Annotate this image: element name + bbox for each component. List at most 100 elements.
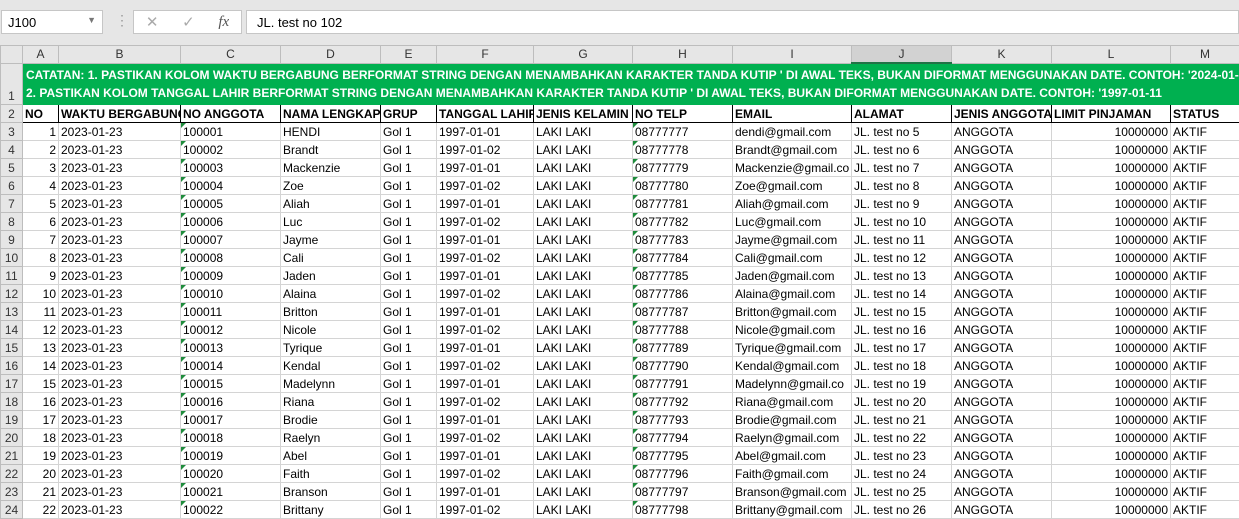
cell-h[interactable]: 08777797 — [633, 483, 733, 501]
cell-f[interactable]: 1997-01-01 — [437, 339, 534, 357]
cell-g[interactable]: LAKI LAKI — [534, 213, 633, 231]
cell-k[interactable]: ANGGOTA — [952, 267, 1052, 285]
cell-a[interactable]: 1 — [23, 123, 59, 141]
cell-a[interactable]: 6 — [23, 213, 59, 231]
cell-j[interactable]: JL. test no 17 — [852, 339, 952, 357]
cell-b[interactable]: 2023-01-23 — [59, 303, 181, 321]
cell-l[interactable]: 10000000 — [1052, 141, 1171, 159]
column-header-i[interactable]: I — [733, 46, 852, 64]
cell-e[interactable]: Gol 1 — [381, 357, 437, 375]
cell-d[interactable]: Brandt — [281, 141, 381, 159]
cell-l[interactable]: 10000000 — [1052, 339, 1171, 357]
cell-a[interactable]: 11 — [23, 303, 59, 321]
row-header-18[interactable]: 18 — [1, 393, 23, 411]
cell-k[interactable]: ANGGOTA — [952, 357, 1052, 375]
cell-m[interactable]: AKTIF — [1171, 339, 1239, 357]
cell-c[interactable]: 100021 — [181, 483, 281, 501]
cell-d[interactable]: Kendal — [281, 357, 381, 375]
cell-a[interactable]: 2 — [23, 141, 59, 159]
cell-b[interactable]: 2023-01-23 — [59, 447, 181, 465]
cell-e[interactable]: Gol 1 — [381, 465, 437, 483]
cell-i[interactable]: Faith@gmail.com — [733, 465, 852, 483]
cell-d[interactable]: Branson — [281, 483, 381, 501]
cell-c[interactable]: 100007 — [181, 231, 281, 249]
cell-a[interactable]: 19 — [23, 447, 59, 465]
cell-k[interactable]: ANGGOTA — [952, 249, 1052, 267]
cell-g[interactable]: LAKI LAKI — [534, 375, 633, 393]
cell-j[interactable]: JL. test no 25 — [852, 483, 952, 501]
cell-h[interactable]: 08777791 — [633, 375, 733, 393]
cell-e[interactable]: Gol 1 — [381, 267, 437, 285]
cell-f[interactable]: 1997-01-02 — [437, 141, 534, 159]
row-header-3[interactable]: 3 — [1, 123, 23, 141]
cell-f[interactable]: 1997-01-01 — [437, 483, 534, 501]
cell-j[interactable]: JL. test no 15 — [852, 303, 952, 321]
cell-f[interactable]: 1997-01-02 — [437, 285, 534, 303]
cell-f[interactable]: 1997-01-01 — [437, 375, 534, 393]
cell-d[interactable]: Luc — [281, 213, 381, 231]
cell-j[interactable]: JL. test no 7 — [852, 159, 952, 177]
cell-k[interactable]: ANGGOTA — [952, 285, 1052, 303]
cell-h[interactable]: 08777780 — [633, 177, 733, 195]
cell-l[interactable]: 10000000 — [1052, 321, 1171, 339]
row-header-12[interactable]: 12 — [1, 285, 23, 303]
cell-l[interactable]: 10000000 — [1052, 429, 1171, 447]
cell-i[interactable]: Riana@gmail.com — [733, 393, 852, 411]
cell-l[interactable]: 10000000 — [1052, 447, 1171, 465]
row-header-6[interactable]: 6 — [1, 177, 23, 195]
formula-input[interactable]: JL. test no 102 — [246, 10, 1239, 34]
cell-l[interactable]: 10000000 — [1052, 465, 1171, 483]
row-header-11[interactable]: 11 — [1, 267, 23, 285]
cell-a[interactable]: 22 — [23, 501, 59, 519]
cell-m[interactable]: AKTIF — [1171, 303, 1239, 321]
cell-m[interactable]: AKTIF — [1171, 195, 1239, 213]
cell-g[interactable]: LAKI LAKI — [534, 321, 633, 339]
chevron-down-icon[interactable]: ▼ — [87, 15, 96, 25]
column-header-h[interactable]: H — [633, 46, 733, 64]
cell-l[interactable]: 10000000 — [1052, 285, 1171, 303]
cell-h[interactable]: 08777785 — [633, 267, 733, 285]
cell-c[interactable]: 100012 — [181, 321, 281, 339]
cell-l[interactable]: 10000000 — [1052, 375, 1171, 393]
cell-a[interactable]: 13 — [23, 339, 59, 357]
row-header-13[interactable]: 13 — [1, 303, 23, 321]
cell-i[interactable]: Kendal@gmail.com — [733, 357, 852, 375]
cell-k[interactable]: ANGGOTA — [952, 213, 1052, 231]
cell-h[interactable]: 08777782 — [633, 213, 733, 231]
cell-m[interactable]: AKTIF — [1171, 465, 1239, 483]
cell-k[interactable]: ANGGOTA — [952, 159, 1052, 177]
cell-f[interactable]: 1997-01-02 — [437, 357, 534, 375]
cell-c[interactable]: 100011 — [181, 303, 281, 321]
cell-j[interactable]: JL. test no 5 — [852, 123, 952, 141]
cell-e[interactable]: Gol 1 — [381, 321, 437, 339]
cell-c[interactable]: 100013 — [181, 339, 281, 357]
cell-h[interactable]: 08777784 — [633, 249, 733, 267]
cell-i[interactable]: Branson@gmail.com — [733, 483, 852, 501]
cell-d[interactable]: Faith — [281, 465, 381, 483]
cell-f[interactable]: 1997-01-01 — [437, 303, 534, 321]
cell-i[interactable]: Abel@gmail.com — [733, 447, 852, 465]
cell-k[interactable]: ANGGOTA — [952, 321, 1052, 339]
cell-e[interactable]: Gol 1 — [381, 483, 437, 501]
cell-d[interactable]: Mackenzie — [281, 159, 381, 177]
cell-h[interactable]: 08777783 — [633, 231, 733, 249]
cell-j[interactable]: JL. test no 10 — [852, 213, 952, 231]
cell-m[interactable]: AKTIF — [1171, 159, 1239, 177]
cell-f[interactable]: 1997-01-02 — [437, 501, 534, 519]
cell-a[interactable]: 4 — [23, 177, 59, 195]
row-header-20[interactable]: 20 — [1, 429, 23, 447]
cell-g[interactable]: LAKI LAKI — [534, 357, 633, 375]
cell-c[interactable]: 100006 — [181, 213, 281, 231]
header-cell[interactable]: NO TELP — [633, 105, 733, 123]
cell-m[interactable]: AKTIF — [1171, 429, 1239, 447]
cell-g[interactable]: LAKI LAKI — [534, 195, 633, 213]
cell-g[interactable]: LAKI LAKI — [534, 141, 633, 159]
cell-m[interactable]: AKTIF — [1171, 393, 1239, 411]
cell-i[interactable]: Brittany@gmail.com — [733, 501, 852, 519]
cell-a[interactable]: 16 — [23, 393, 59, 411]
cell-m[interactable]: AKTIF — [1171, 249, 1239, 267]
row-header-2[interactable]: 2 — [1, 105, 23, 123]
cell-i[interactable]: Raelyn@gmail.com — [733, 429, 852, 447]
cell-g[interactable]: LAKI LAKI — [534, 339, 633, 357]
cell-d[interactable]: Jayme — [281, 231, 381, 249]
